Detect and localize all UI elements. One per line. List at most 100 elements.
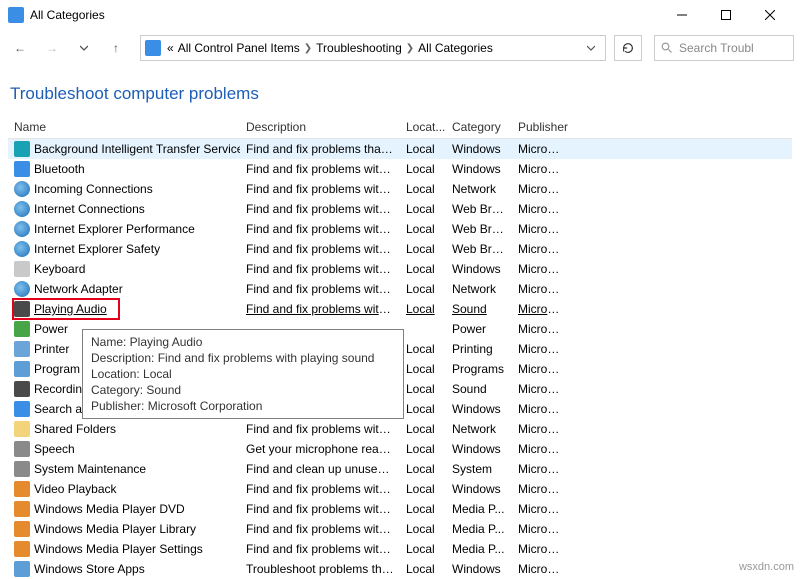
cell-location: Local xyxy=(400,521,446,537)
item-name: Network Adapter xyxy=(34,282,123,296)
cell-location: Local xyxy=(400,201,446,217)
cell-publisher: Microso... xyxy=(512,201,570,217)
cell-name: Windows Media Player Library xyxy=(8,520,240,538)
search-input[interactable]: Search Troubl xyxy=(654,35,794,61)
cell-location: Local xyxy=(400,221,446,237)
cell-description: Find and fix problems with... xyxy=(240,481,400,497)
item-name: Recording xyxy=(34,382,89,396)
table-row[interactable]: SpeechGet your microphone read...LocalWi… xyxy=(8,439,792,459)
cell-location: Local xyxy=(400,561,446,577)
recent-locations-button[interactable] xyxy=(70,34,98,62)
app-icon xyxy=(8,7,24,23)
table-row[interactable]: BluetoothFind and fix problems with...Lo… xyxy=(8,159,792,179)
cell-publisher: Microso... xyxy=(512,521,570,537)
table-row[interactable]: Playing AudioFind and fix problems with.… xyxy=(8,299,792,319)
cell-publisher: Microso... xyxy=(512,541,570,557)
maximize-button[interactable] xyxy=(704,0,748,30)
column-header-publisher[interactable]: Publisher xyxy=(512,116,570,138)
table-row[interactable]: Internet Explorer SafetyFind and fix pro… xyxy=(8,239,792,259)
item-icon xyxy=(14,141,30,157)
cell-description: Find and fix problems with... xyxy=(240,501,400,517)
cell-publisher: Microso... xyxy=(512,381,570,397)
search-icon xyxy=(661,42,673,54)
tooltip-line: Location: Local xyxy=(91,366,395,382)
nav-bar: ← → ↑ « All Control Panel Items ❯ Troubl… xyxy=(0,30,800,66)
refresh-button[interactable] xyxy=(614,35,642,61)
cell-name: Network Adapter xyxy=(8,280,240,298)
item-name: System Maintenance xyxy=(34,462,146,476)
item-icon xyxy=(14,521,30,537)
cell-publisher: Microso... xyxy=(512,221,570,237)
table-row[interactable]: Network AdapterFind and fix problems wit… xyxy=(8,279,792,299)
cell-location: Local xyxy=(400,281,446,297)
cell-category: Windows xyxy=(446,261,512,277)
cell-publisher: Microso... xyxy=(512,321,570,337)
minimize-button[interactable] xyxy=(660,0,704,30)
table-row[interactable]: Windows Media Player SettingsFind and fi… xyxy=(8,539,792,559)
cell-publisher: Microso... xyxy=(512,461,570,477)
cell-publisher: Microso... xyxy=(512,401,570,417)
column-header-location[interactable]: Locat... xyxy=(400,116,446,138)
table-row[interactable]: Internet Explorer PerformanceFind and fi… xyxy=(8,219,792,239)
cell-publisher: Microso... xyxy=(512,341,570,357)
cell-category: Network xyxy=(446,421,512,437)
table-row[interactable]: Shared FoldersFind and fix problems with… xyxy=(8,419,792,439)
cell-category: Web Bro... xyxy=(446,201,512,217)
cell-category: Sound xyxy=(446,301,512,317)
cell-description: Find and fix problems with... xyxy=(240,301,400,317)
breadcrumb-item[interactable]: All Categories xyxy=(416,41,495,55)
item-icon xyxy=(14,321,30,337)
item-icon xyxy=(14,481,30,497)
table-row[interactable]: Windows Media Player DVDFind and fix pro… xyxy=(8,499,792,519)
item-icon xyxy=(14,421,30,437)
table-row[interactable]: Video PlaybackFind and fix problems with… xyxy=(8,479,792,499)
close-button[interactable] xyxy=(748,0,792,30)
table-row[interactable]: KeyboardFind and fix problems with...Loc… xyxy=(8,259,792,279)
item-name: Shared Folders xyxy=(34,422,116,436)
cell-publisher: Microso... xyxy=(512,261,570,277)
up-button[interactable]: ↑ xyxy=(102,34,130,62)
column-header-name[interactable]: Name xyxy=(8,116,240,138)
chevron-right-icon: ❯ xyxy=(302,43,314,54)
cell-category: Network xyxy=(446,281,512,297)
column-header-description[interactable]: Description xyxy=(240,116,400,138)
back-button[interactable]: ← xyxy=(6,34,34,62)
item-icon xyxy=(14,441,30,457)
address-dropdown-icon[interactable] xyxy=(581,41,601,55)
cell-publisher: Microso... xyxy=(512,301,570,317)
tooltip-line: Description: Find and fix problems with … xyxy=(91,350,395,366)
cell-name: Video Playback xyxy=(8,480,240,498)
cell-category: Media P... xyxy=(446,501,512,517)
table-row[interactable]: System MaintenanceFind and clean up unus… xyxy=(8,459,792,479)
item-icon xyxy=(14,341,30,357)
cell-publisher: Microso... xyxy=(512,481,570,497)
tooltip-line: Publisher: Microsoft Corporation xyxy=(91,398,395,414)
cell-name: Incoming Connections xyxy=(8,180,240,198)
item-name: Background Intelligent Transfer Service xyxy=(34,142,240,156)
cell-location: Local xyxy=(400,341,446,357)
cell-location: Local xyxy=(400,261,446,277)
table-row[interactable]: Background Intelligent Transfer ServiceF… xyxy=(8,139,792,159)
cell-category: Media P... xyxy=(446,521,512,537)
location-icon xyxy=(145,40,161,56)
title-bar: All Categories xyxy=(0,0,800,30)
table-row[interactable]: Internet ConnectionsFind and fix problem… xyxy=(8,199,792,219)
item-name: Printer xyxy=(34,342,69,356)
table-row[interactable]: Windows Store AppsTroubleshoot problems … xyxy=(8,559,792,579)
table-row[interactable]: Incoming ConnectionsFind and fix problem… xyxy=(8,179,792,199)
item-icon xyxy=(14,201,30,217)
forward-button[interactable]: → xyxy=(38,34,66,62)
table-row[interactable]: Windows Media Player LibraryFind and fix… xyxy=(8,519,792,539)
cell-publisher: Microso... xyxy=(512,501,570,517)
breadcrumb-item[interactable]: All Control Panel Items xyxy=(176,41,302,55)
breadcrumb-item[interactable]: Troubleshooting xyxy=(314,41,404,55)
cell-description: Find and fix problems that... xyxy=(240,141,400,157)
column-header-category[interactable]: Category xyxy=(446,116,512,138)
cell-location: Local xyxy=(400,441,446,457)
cell-description: Find and fix problems with... xyxy=(240,521,400,537)
cell-category: Printing xyxy=(446,341,512,357)
cell-category: Windows xyxy=(446,161,512,177)
cell-category: Sound xyxy=(446,381,512,397)
address-bar[interactable]: « All Control Panel Items ❯ Troubleshoot… xyxy=(140,35,606,61)
item-name: Internet Explorer Performance xyxy=(34,222,195,236)
